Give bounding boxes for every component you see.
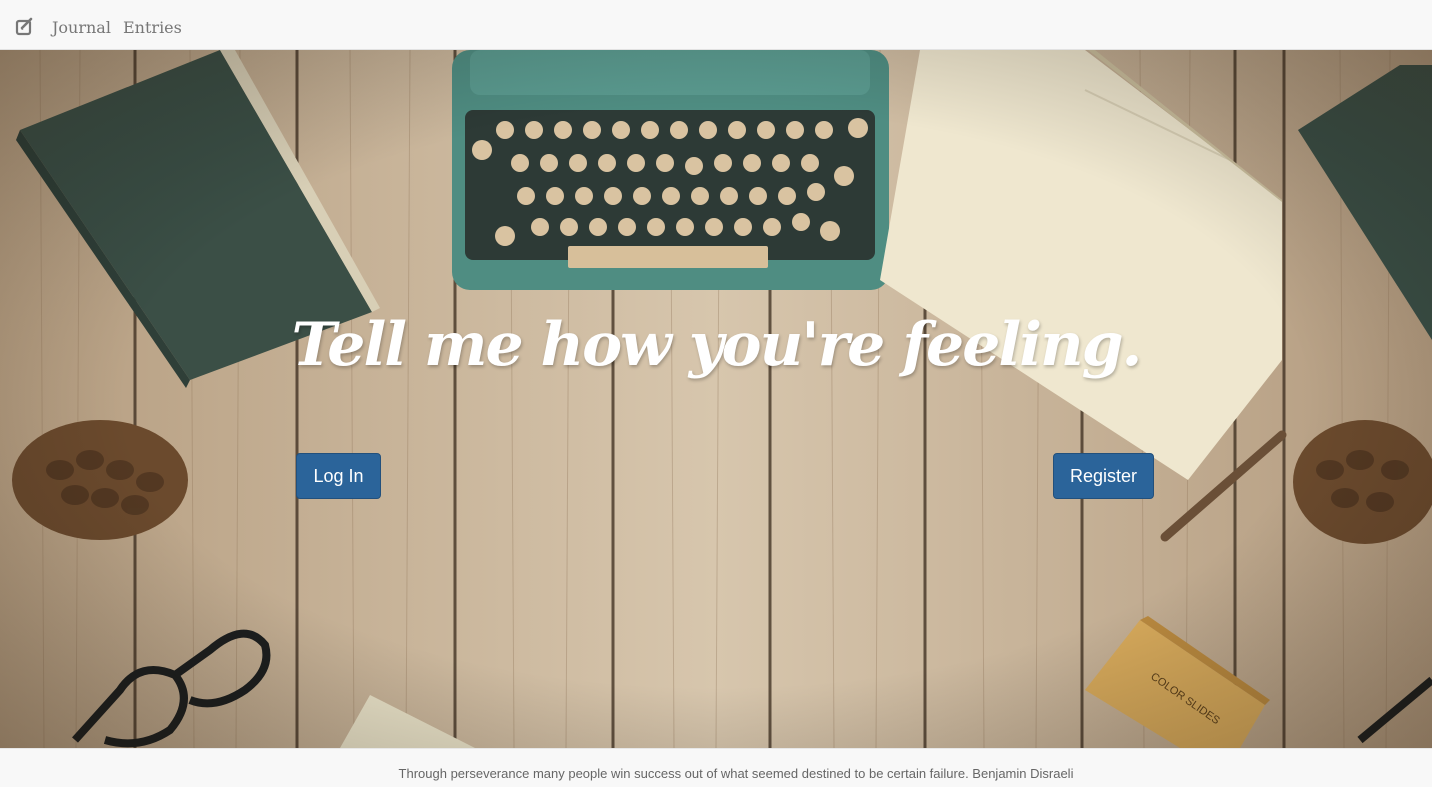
navbar: Journal Entries	[0, 0, 1432, 50]
desk-background-image: COLOR SLIDES	[0, 50, 1432, 748]
nav-link-journal[interactable]: Journal	[52, 18, 111, 38]
register-button[interactable]: Register	[1053, 453, 1154, 499]
footer: Through perseverance many people win suc…	[0, 748, 1432, 787]
nav-link-entries[interactable]: Entries	[123, 18, 182, 38]
footer-quote: Through perseverance many people win suc…	[398, 766, 1074, 781]
edit-icon[interactable]	[15, 16, 35, 36]
login-button[interactable]: Log In	[296, 453, 381, 499]
hero-headline: Tell me how you're feeling.	[291, 310, 1143, 380]
hero-section: COLOR SLIDES Tell me how you're feeling.…	[0, 50, 1432, 748]
